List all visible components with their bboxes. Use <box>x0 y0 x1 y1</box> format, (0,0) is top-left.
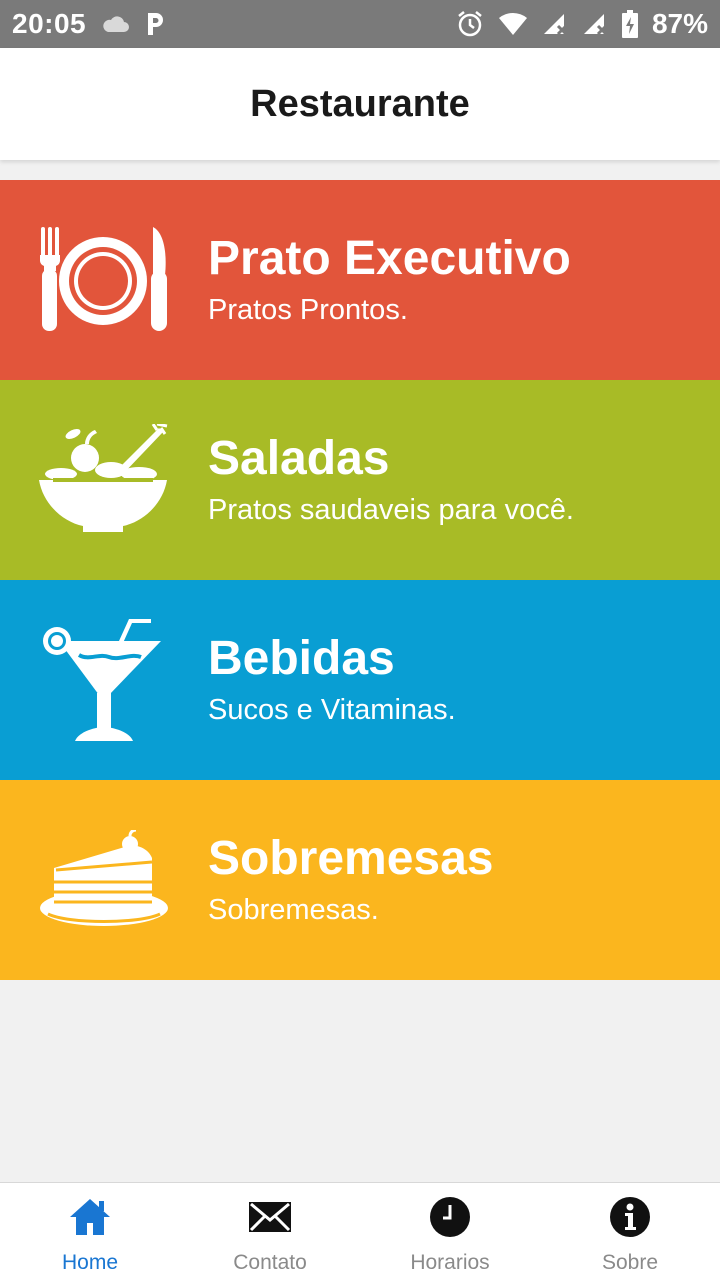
menu-item-title: Prato Executivo <box>208 232 571 285</box>
status-time: 20:05 <box>12 8 87 39</box>
info-icon <box>610 1195 650 1239</box>
menu-item-subtitle: Pratos Prontos. <box>208 294 408 326</box>
status-bar: 20:05 87% <box>0 0 720 48</box>
menu-item-bebidas[interactable]: Bebidas Sucos e Vitaminas. <box>0 580 720 780</box>
home-icon <box>69 1195 111 1239</box>
battery-charging-icon <box>621 10 638 38</box>
cocktail-icon <box>0 580 208 780</box>
menu-item-text: Saladas Pratos saudaveis para você. <box>208 430 574 530</box>
menu-item-title: Saladas <box>208 432 390 485</box>
status-bar-left: 20:05 <box>12 8 166 40</box>
mail-icon <box>249 1195 291 1239</box>
menu-item-title: Bebidas <box>208 632 395 685</box>
nav-item-contato[interactable]: Contato <box>180 1183 360 1280</box>
bottom-navigation: Home Contato Horarios Sobre <box>0 1182 720 1280</box>
clock-icon <box>430 1195 470 1239</box>
menu-item-subtitle: Sucos e Vitaminas. <box>208 694 456 726</box>
menu-item-text: Bebidas Sucos e Vitaminas. <box>208 630 456 730</box>
status-bar-right: 87% <box>456 8 708 40</box>
menu-item-text: Sobremesas Sobremesas. <box>208 830 494 930</box>
nav-item-home[interactable]: Home <box>0 1183 180 1280</box>
wifi-icon <box>498 12 528 36</box>
app-bar: Restaurante <box>0 48 720 160</box>
signal-icon <box>582 12 608 36</box>
signal-icon <box>542 12 568 36</box>
menu-item-subtitle: Pratos saudaveis para você. <box>208 494 574 526</box>
menu-item-prato-executivo[interactable]: Prato Executivo Pratos Prontos. <box>0 180 720 380</box>
nav-item-sobre[interactable]: Sobre <box>540 1183 720 1280</box>
parking-icon <box>144 11 166 37</box>
salad-bowl-icon <box>0 380 208 580</box>
menu-item-text: Prato Executivo Pratos Prontos. <box>208 230 571 330</box>
plate-cutlery-icon <box>0 180 208 380</box>
cake-icon <box>0 780 208 980</box>
battery-percent: 87% <box>651 8 708 39</box>
nav-label: Home <box>61 1251 119 1274</box>
menu-item-title: Sobremesas <box>208 832 494 885</box>
menu-item-saladas[interactable]: Saladas Pratos saudaveis para você. <box>0 380 720 580</box>
page-title: Restaurante <box>250 82 470 125</box>
alarm-icon <box>456 10 484 38</box>
menu-list: Prato Executivo Pratos Prontos. Saladas … <box>0 180 720 980</box>
nav-label: Sobre <box>601 1251 659 1274</box>
menu-item-sobremesas[interactable]: Sobremesas Sobremesas. <box>0 780 720 980</box>
nav-item-horarios[interactable]: Horarios <box>360 1183 540 1280</box>
menu-item-subtitle: Sobremesas. <box>208 894 379 926</box>
cloud-icon <box>100 14 130 34</box>
nav-label: Horarios <box>410 1251 490 1274</box>
nav-label: Contato <box>233 1251 307 1274</box>
